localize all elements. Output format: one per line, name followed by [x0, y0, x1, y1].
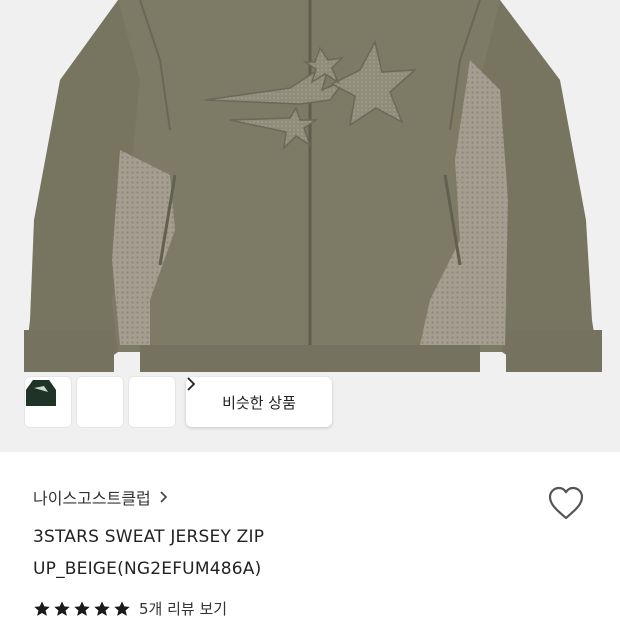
product-title: 3STARS SWEAT JERSEY ZIP UP_BEIGE(NG2EFUM…: [33, 527, 265, 579]
product-image[interactable]: 비슷한 상품: [0, 0, 620, 452]
star-icon: [74, 600, 90, 616]
brand-link[interactable]: 나이스고스트클럽: [33, 485, 168, 509]
chevron-right-icon: [187, 377, 196, 391]
star-icon: [94, 600, 110, 616]
brand-name: 나이스고스트클럽: [33, 489, 151, 508]
wishlist-button[interactable]: [546, 484, 586, 524]
color-options: [24, 376, 176, 428]
chevron-right-icon: [160, 491, 167, 503]
color-option-dark-green[interactable]: [26, 376, 176, 428]
star-icon: [34, 600, 50, 616]
star-icon: [54, 600, 70, 616]
reviews-link[interactable]: 5개 리뷰 보기: [139, 598, 227, 619]
star-icon: [114, 600, 130, 616]
rating-row: 5개 리뷰 보기: [33, 598, 227, 619]
heart-icon: [548, 486, 584, 520]
color-option-light-gray[interactable]: [26, 376, 124, 428]
similar-products-button[interactable]: 비슷한 상품: [186, 377, 332, 427]
similar-products-label: 비슷한 상품: [222, 393, 296, 412]
star-rating: [33, 600, 131, 618]
